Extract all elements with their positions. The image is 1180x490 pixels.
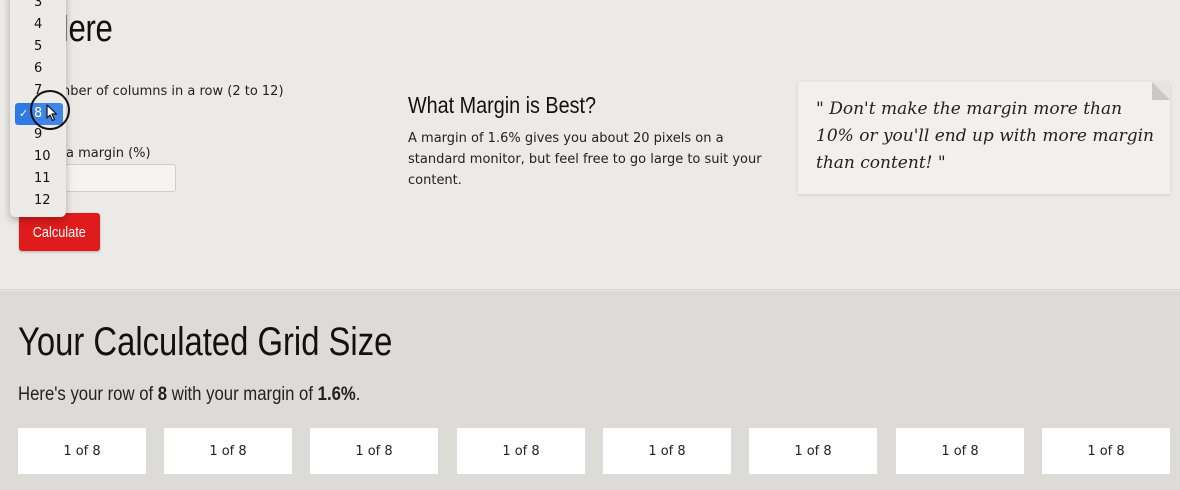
tip-note-text: " Don't make the margin more than 10% or… xyxy=(816,99,1154,173)
dropdown-option[interactable]: 6 xyxy=(10,58,66,80)
checkmark-icon: ✓ xyxy=(19,107,29,120)
grid-cell: 1 of 8 xyxy=(896,428,1024,474)
mouse-pointer-icon xyxy=(46,104,58,122)
result-margin: 1.6% xyxy=(317,384,356,405)
grid-cell: 1 of 8 xyxy=(310,428,438,474)
result-summary: Here's your row of 8 with your margin of… xyxy=(18,384,361,405)
calculator-section: rt Here nber of columns in a row (2 to 1… xyxy=(0,0,1180,290)
grid-cell: 1 of 8 xyxy=(18,428,146,474)
dropdown-option[interactable]: 3 xyxy=(10,0,66,14)
tip-note: " Don't make the margin more than 10% or… xyxy=(798,82,1170,194)
margin-input[interactable] xyxy=(52,164,176,192)
margin-info-body: A margin of 1.6% gives you about 20 pixe… xyxy=(408,131,762,188)
result-columns: 8 xyxy=(157,384,168,405)
grid-cell: 1 of 8 xyxy=(749,428,877,474)
columns-label: nber of columns in a row (2 to 12) xyxy=(62,84,284,99)
result-title: Your Calculated Grid Size xyxy=(18,320,393,364)
dropdown-option[interactable]: 5 xyxy=(10,36,66,58)
grid-cell: 1 of 8 xyxy=(457,428,585,474)
grid-preview-row: 1 of 8 1 of 8 1 of 8 1 of 8 1 of 8 1 of … xyxy=(18,428,1170,474)
dropdown-option[interactable]: 12 xyxy=(10,190,66,212)
margin-info-title: What Margin is Best? xyxy=(408,92,596,118)
dropdown-option[interactable]: 4 xyxy=(10,14,66,36)
dropdown-option[interactable]: 11 xyxy=(10,168,66,190)
grid-cell: 1 of 8 xyxy=(603,428,731,474)
result-section: Your Calculated Grid Size Here's your ro… xyxy=(0,291,1180,490)
grid-cell: 1 of 8 xyxy=(1042,428,1170,474)
calculate-button[interactable]: Calculate xyxy=(19,213,100,251)
margin-label: a margin (%) xyxy=(66,146,151,161)
dropdown-option[interactable]: 10 xyxy=(10,146,66,168)
grid-cell: 1 of 8 xyxy=(164,428,292,474)
